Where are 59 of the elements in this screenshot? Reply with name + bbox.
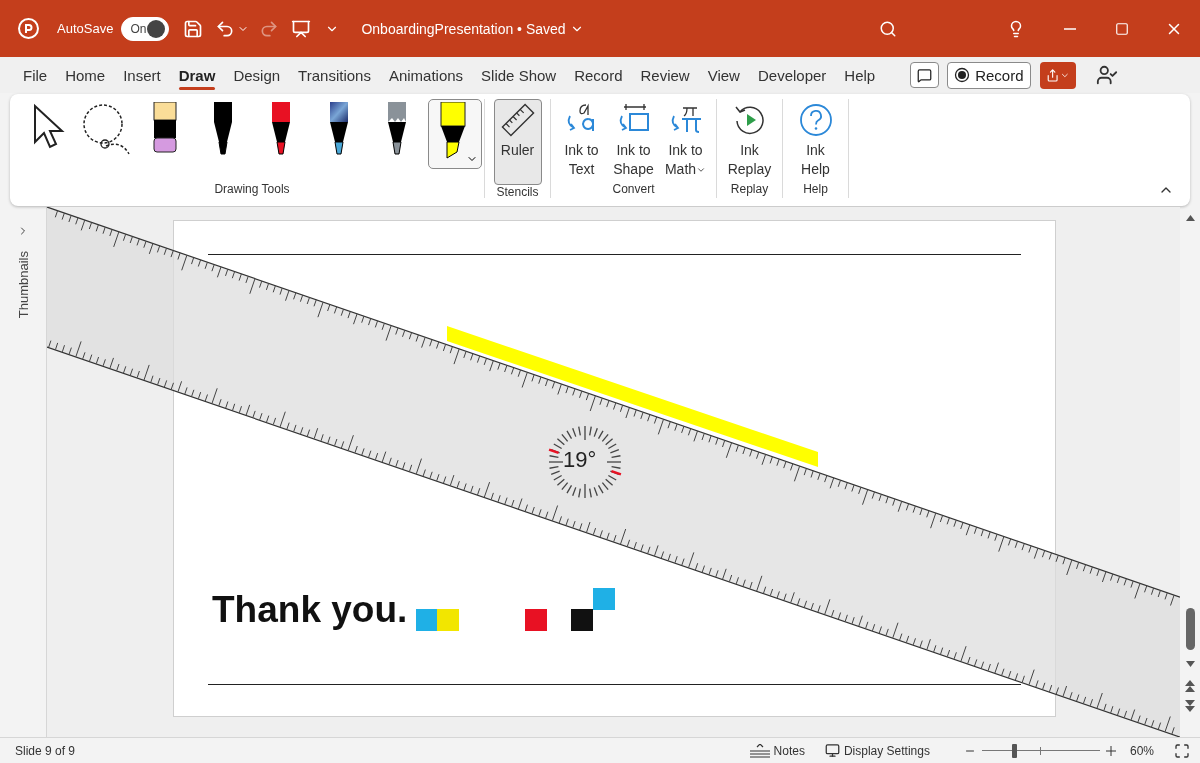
notes-button[interactable]: Notes — [745, 743, 809, 758]
eraser-icon — [153, 102, 177, 156]
record-button[interactable]: Record — [947, 61, 1031, 89]
thumbnails-label[interactable]: Thumbnails — [15, 251, 31, 319]
drawing-tool[interactable] — [428, 99, 482, 169]
ribbon-tab[interactable]: Help — [835, 60, 885, 90]
next-slide-icon[interactable] — [1183, 698, 1197, 714]
ribbon-tab[interactable]: Transitions — [289, 60, 380, 90]
share-icon — [1045, 67, 1059, 83]
comments-button[interactable] — [910, 62, 940, 88]
autosave-label: AutoSave — [57, 21, 114, 36]
help-icon — [797, 102, 834, 138]
coauthor-icon[interactable] — [1095, 64, 1118, 86]
ribbon-tab[interactable]: Developer — [748, 60, 836, 90]
presentation-icon[interactable] — [291, 18, 312, 39]
group-label: Replay — [730, 182, 769, 198]
slide-title: Thank you. — [212, 589, 408, 631]
document-title[interactable]: OnboardingPresentation • Saved — [361, 20, 584, 37]
previous-slide-icon[interactable] — [1183, 678, 1197, 694]
zoom-in-icon[interactable] — [1105, 745, 1116, 756]
scrollbar-thumb[interactable] — [1185, 608, 1195, 650]
ruler-icon — [499, 102, 536, 138]
minimize-icon — [1064, 27, 1077, 30]
ribbon-tab[interactable]: Slide Show — [472, 60, 566, 90]
ink-replay-button[interactable]: Ink Replay — [721, 99, 778, 180]
ink-help-button[interactable]: Ink Help — [790, 99, 841, 180]
share-button[interactable] — [1039, 61, 1076, 89]
search-icon[interactable] — [878, 19, 897, 38]
ribbon-tab[interactable]: Record — [565, 60, 632, 90]
ribbon-tab[interactable]: Animations — [379, 60, 473, 90]
group-label: Drawing Tools — [214, 182, 290, 198]
ribbon-tab[interactable]: Draw — [169, 60, 225, 90]
lasso-icon — [81, 102, 133, 156]
ribbon-tab[interactable]: File — [14, 60, 57, 90]
group-label: Convert — [612, 182, 655, 198]
slide-indicator: Slide 9 of 9 — [15, 743, 76, 758]
maximize-icon — [1115, 21, 1130, 36]
convert-button[interactable]: Ink to Text — [556, 99, 607, 180]
ribbon-tab[interactable]: Home — [56, 60, 115, 90]
comment-icon — [917, 67, 933, 83]
group-label: Help — [803, 182, 828, 198]
fit-to-window-icon[interactable] — [1174, 742, 1190, 759]
monitor-icon — [824, 743, 840, 758]
angle-reading: 19° — [563, 447, 597, 473]
ribbon-tab[interactable]: Review — [631, 60, 699, 90]
notes-icon — [749, 743, 770, 758]
group-label: Stencils — [496, 185, 539, 201]
ruler-button[interactable]: Ruler — [493, 99, 542, 185]
ribbon-tab[interactable]: Insert — [114, 60, 170, 90]
save-icon[interactable] — [183, 18, 204, 39]
record-icon — [954, 67, 971, 83]
autosave-toggle[interactable]: On — [121, 16, 170, 41]
zoom-level: 60% — [1129, 743, 1154, 758]
convert-button[interactable]: Ink to Shape — [608, 99, 659, 180]
ribbon-tab[interactable]: View — [698, 60, 749, 90]
convert-button[interactable]: Ink to Math — [660, 99, 711, 180]
display-settings-button[interactable]: Display Settings — [820, 743, 934, 758]
ribbon-tab[interactable]: Design — [224, 60, 290, 90]
app-logo-icon — [18, 18, 39, 39]
